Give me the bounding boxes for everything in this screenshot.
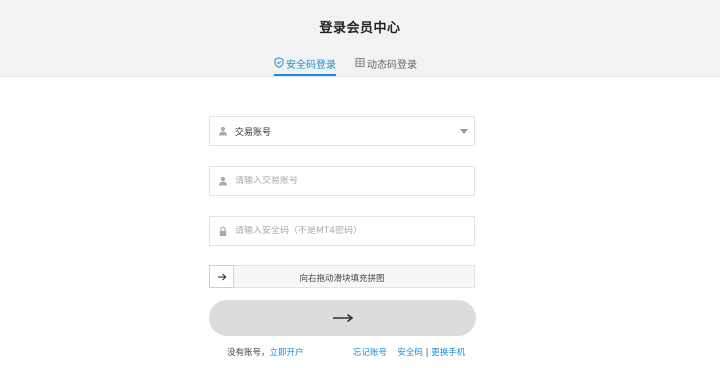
forgot-account-link[interactable]: 忘记账号: [353, 348, 387, 358]
grid-icon: [355, 58, 365, 67]
user-icon: [211, 126, 235, 136]
register-link[interactable]: 立即开户: [270, 348, 304, 358]
help-links: 忘记账号 安全码 | 更换手机: [353, 346, 465, 358]
page-title: 登录会员中心: [319, 21, 401, 36]
tab-label: 安全码登录: [286, 60, 336, 71]
change-phone-link[interactable]: 更换手机: [431, 348, 465, 358]
account-input[interactable]: [235, 176, 455, 186]
no-account-text: 没有账号，: [227, 348, 270, 358]
arrow-right-icon: [217, 273, 227, 280]
lock-icon: [211, 225, 235, 237]
separator: |: [425, 348, 429, 358]
slider-handle[interactable]: [209, 265, 234, 288]
tab-security-code-login[interactable]: 安全码登录: [274, 56, 336, 76]
shield-check-icon: [274, 57, 284, 68]
submit-button[interactable]: [209, 300, 476, 336]
tab-label: 动态码登录: [367, 60, 417, 71]
header: 登录会员中心 安全码登录 动态码登录: [0, 0, 720, 77]
account-field[interactable]: [209, 166, 475, 196]
tab-dynamic-code-login[interactable]: 动态码登录: [355, 56, 417, 74]
long-arrow-right-icon: [332, 313, 353, 323]
account-type-select[interactable]: 交易账号: [209, 116, 475, 146]
security-code-field[interactable]: [209, 216, 475, 246]
account-type-value: 交易账号: [235, 127, 272, 138]
forgot-security-code-link[interactable]: 安全码: [397, 348, 423, 358]
user-icon: [211, 176, 235, 186]
register-prompt: 没有账号，立即开户: [227, 346, 304, 358]
slider-captcha[interactable]: 向右拖动滑块填充拼图: [209, 265, 475, 288]
slider-label: 向右拖动滑块填充拼图: [299, 274, 385, 284]
security-code-input[interactable]: [235, 226, 455, 236]
chevron-down-icon: [460, 129, 468, 134]
